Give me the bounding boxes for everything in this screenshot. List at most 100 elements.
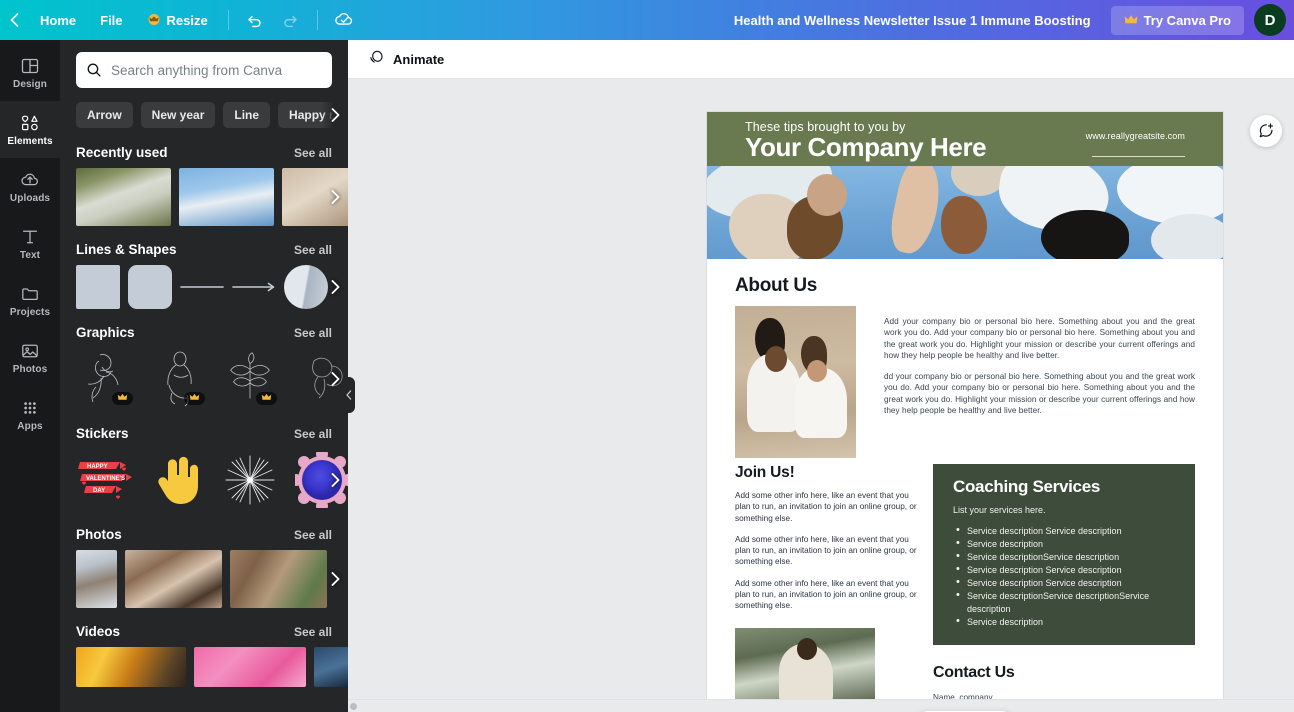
page-banner[interactable]: These tips brought to you by Your Compan… (707, 112, 1223, 166)
photo-thumb-2[interactable] (125, 550, 222, 608)
scroll-right-photos[interactable] (324, 568, 346, 590)
section-graphics: Graphics See all (60, 325, 348, 410)
pro-label: Try Canva Pro (1143, 12, 1231, 28)
panel-collapse-handle[interactable] (343, 377, 355, 413)
section-stickers: Stickers See all HAPPY VALENTINE'S DAY (60, 426, 348, 511)
shape-arrow-line[interactable] (232, 265, 276, 309)
rail-item-photos[interactable]: Photos (0, 329, 60, 386)
design-page[interactable]: These tips brought to you by Your Compan… (707, 112, 1223, 712)
about-paragraph-1[interactable]: Add your company bio or personal bio her… (884, 316, 1195, 361)
apps-grid-icon (20, 398, 40, 418)
section-header: Graphics See all (60, 325, 348, 340)
horizontal-scrollbar-thumb[interactable] (350, 703, 357, 710)
horizontal-scrollbar[interactable] (348, 699, 1294, 712)
user-avatar[interactable]: D (1254, 4, 1286, 36)
sticker-happy-valentines-day[interactable]: HAPPY VALENTINE'S DAY (76, 450, 136, 510)
sticker-pointing-hand[interactable] (148, 450, 208, 510)
graphic-figure-line-art[interactable] (148, 348, 208, 408)
chip-new-year[interactable]: New year (140, 102, 216, 128)
canva-editor-window: Home File Resize Health and Wellness New… (0, 0, 1294, 712)
search-box[interactable] (76, 52, 332, 88)
coaching-services-heading: Coaching Services (953, 477, 1101, 496)
see-all-recently-used[interactable]: See all (294, 146, 332, 160)
about-paragraph-2[interactable]: dd your company bio or personal bio here… (884, 371, 1195, 416)
rail-label-apps: Apps (17, 420, 43, 432)
chip-arrow[interactable]: Arrow (76, 102, 133, 128)
shapes-row (60, 265, 348, 309)
section-title: Photos (76, 527, 122, 542)
see-all-lines-shapes[interactable]: See all (294, 243, 332, 257)
service-item: Service description Service description (953, 563, 1177, 577)
rail-item-projects[interactable]: Projects (0, 272, 60, 329)
chips-scroll-right-button[interactable] (322, 101, 348, 129)
join-paragraph-1[interactable]: Add some other info here, like an event … (735, 490, 921, 524)
canvas-scroll-area[interactable]: These tips brought to you by Your Compan… (348, 79, 1294, 712)
undo-button[interactable] (240, 5, 270, 35)
cloud-saved-button[interactable] (329, 5, 359, 35)
scroll-right-recently-used[interactable] (324, 186, 346, 208)
photo-thumb-3[interactable] (230, 550, 327, 608)
service-item: Service description Service description (953, 576, 1177, 590)
shape-square[interactable] (76, 265, 120, 309)
see-all-photos[interactable]: See all (294, 528, 332, 542)
join-paragraph-3[interactable]: Add some other info here, like an event … (735, 578, 921, 612)
see-all-stickers[interactable]: See all (294, 427, 332, 441)
chip-line[interactable]: Line (223, 102, 271, 128)
contact-us-heading[interactable]: Contact Us (933, 664, 1195, 682)
rail-item-design[interactable]: Design (0, 44, 60, 101)
chevron-left-icon (346, 390, 352, 400)
sparkle-burst-icon (225, 455, 275, 505)
section-title: Lines & Shapes (76, 242, 177, 257)
section-header: Photos See all (60, 527, 348, 542)
add-comment-button[interactable] (1250, 115, 1282, 147)
chevron-right-icon (331, 190, 339, 204)
shape-line[interactable] (180, 265, 224, 309)
file-menu-button[interactable]: File (88, 7, 134, 34)
hero-photo[interactable] (707, 166, 1223, 259)
crown-glyph (148, 13, 160, 25)
service-item: Service descriptionService descriptionSe… (953, 589, 1177, 616)
recently-used-thumb-1[interactable] (76, 168, 171, 226)
home-button[interactable]: Home (28, 7, 88, 34)
shape-circle[interactable] (284, 265, 328, 309)
rail-item-apps[interactable]: Apps (0, 386, 60, 443)
services-contact-column: Coaching Services List your services her… (933, 464, 1195, 712)
about-photo[interactable] (735, 306, 856, 458)
pro-crown-badge (184, 392, 205, 405)
redo-button[interactable] (276, 5, 306, 35)
photo-thumb-1[interactable] (76, 550, 117, 608)
search-input[interactable] (102, 62, 322, 78)
try-canva-pro-button[interactable]: Try Canva Pro (1110, 5, 1244, 35)
upload-cloud-icon (20, 170, 40, 190)
coaching-services-box[interactable]: Coaching Services List your services her… (933, 464, 1195, 645)
scroll-right-shapes[interactable] (324, 276, 346, 298)
see-all-graphics[interactable]: See all (294, 326, 332, 340)
about-us-heading[interactable]: About Us (735, 275, 1195, 297)
graphic-leaf-line-art[interactable] (220, 348, 280, 408)
rail-item-uploads[interactable]: Uploads (0, 158, 60, 215)
video-thumb-1[interactable] (76, 647, 186, 687)
section-header: Videos See all (60, 624, 348, 639)
see-all-videos[interactable]: See all (294, 625, 332, 639)
join-us-column: Join Us! Add some other info here, like … (735, 464, 921, 712)
section-header: Stickers See all (60, 426, 348, 441)
shape-rounded-square[interactable] (128, 265, 172, 309)
rail-item-elements[interactable]: Elements (0, 101, 60, 158)
graphic-flower-line-art[interactable] (76, 348, 136, 408)
back-button[interactable] (0, 0, 28, 40)
bottom-photo[interactable] (735, 627, 875, 708)
video-thumb-3[interactable] (314, 647, 348, 687)
join-us-heading[interactable]: Join Us! (735, 464, 921, 482)
topbar-right-group: Health and Wellness Newsletter Issue 1 I… (724, 0, 1294, 40)
join-paragraph-2[interactable]: Add some other info here, like an event … (735, 534, 921, 568)
animate-button[interactable]: Animate (358, 43, 454, 75)
document-title[interactable]: Health and Wellness Newsletter Issue 1 I… (724, 7, 1101, 34)
recently-used-thumb-2[interactable] (179, 168, 274, 226)
about-us-row: Add your company bio or personal bio her… (735, 306, 1195, 458)
arrow-right-icon (232, 282, 275, 292)
video-thumb-2[interactable] (194, 647, 306, 687)
resize-button[interactable]: Resize (135, 7, 220, 34)
scroll-right-stickers[interactable] (324, 469, 346, 491)
rail-item-text[interactable]: Text (0, 215, 60, 272)
sticker-sparkle-burst[interactable] (220, 450, 280, 510)
